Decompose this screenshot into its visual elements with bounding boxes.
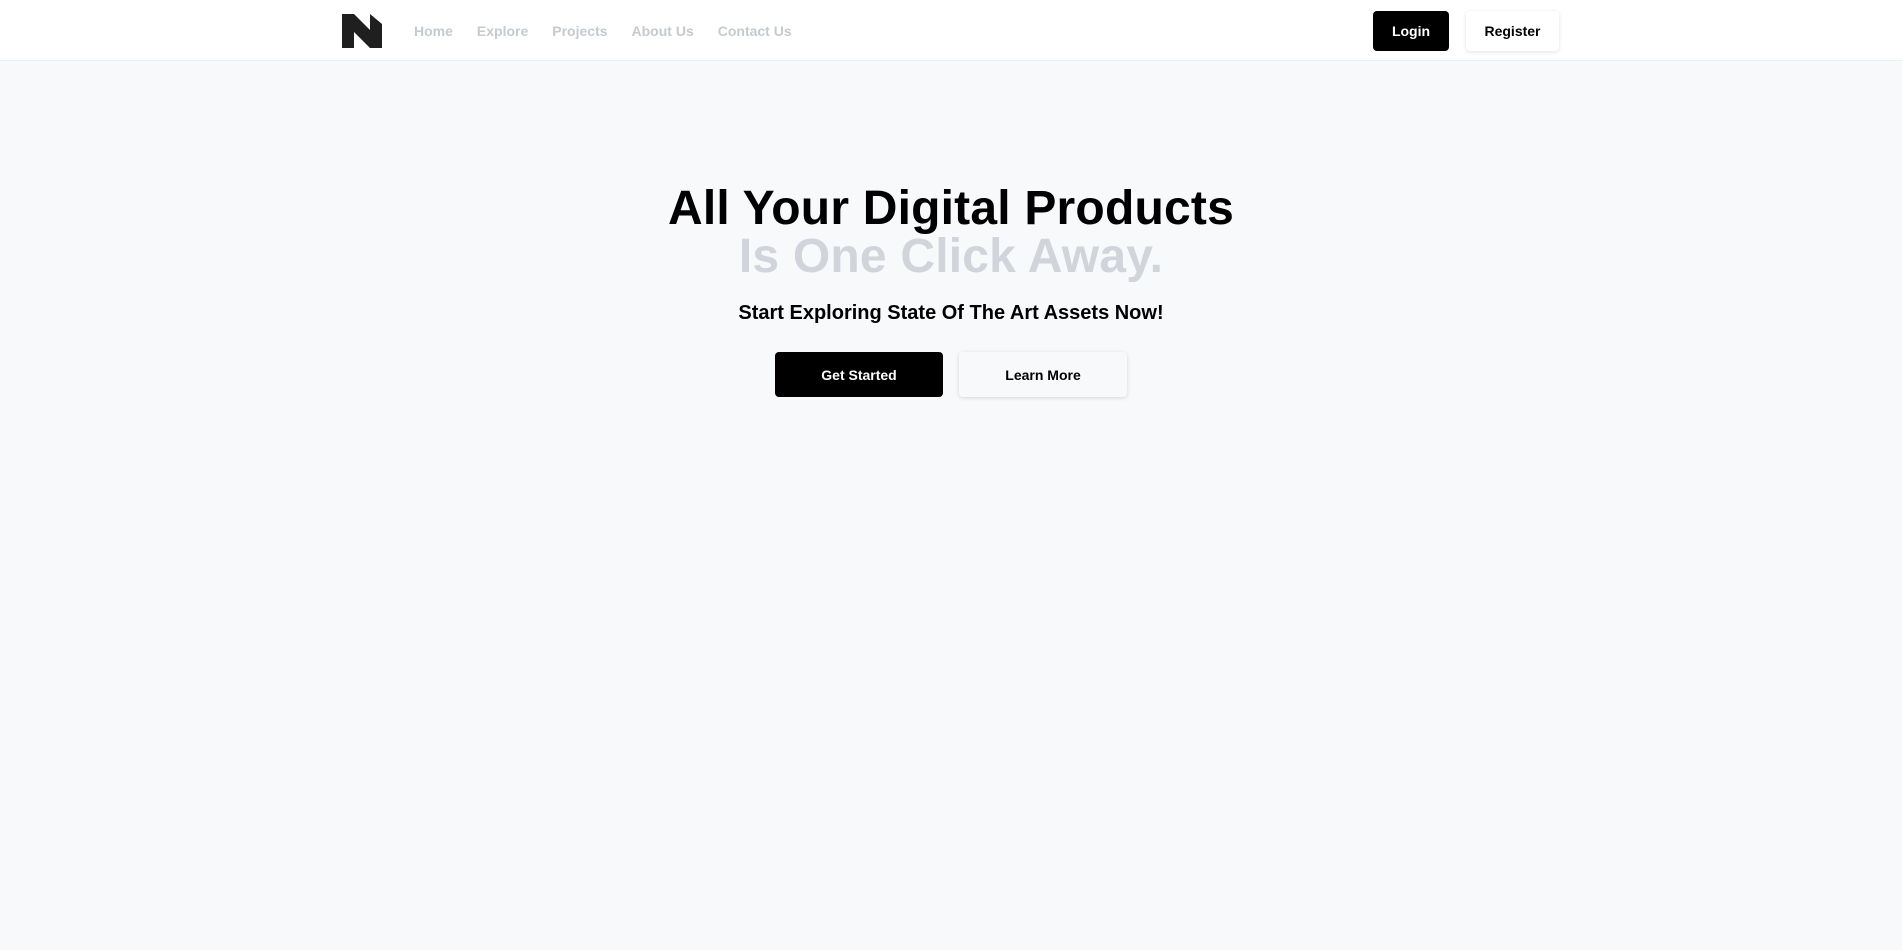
- nav-link-explore[interactable]: Explore: [477, 23, 528, 39]
- navbar-container: Home Explore Projects About Us Contact U…: [342, 0, 1559, 61]
- n-logo-icon[interactable]: [342, 13, 382, 48]
- hero-tagline: Start Exploring State Of The Art Assets …: [738, 302, 1164, 324]
- hero-buttons: Get Started Learn More: [0, 352, 1902, 397]
- hero-subtitle: Is One Click Away.: [738, 230, 1164, 283]
- nav-link-about-us[interactable]: About Us: [632, 23, 694, 39]
- nav-link-home[interactable]: Home: [414, 23, 453, 39]
- register-button[interactable]: Register: [1466, 10, 1559, 51]
- hero-section: All Your Digital Products Is One Click A…: [0, 61, 1902, 397]
- learn-more-button[interactable]: Learn More: [959, 352, 1127, 397]
- top-navbar: Home Explore Projects About Us Contact U…: [0, 0, 1902, 61]
- nav-link-contact-us[interactable]: Contact Us: [718, 23, 792, 39]
- main-nav: Home Explore Projects About Us Contact U…: [414, 22, 792, 39]
- login-button[interactable]: Login: [1373, 10, 1449, 51]
- auth-actions: Login Register: [1373, 10, 1559, 51]
- hero-title: All Your Digital Products: [668, 182, 1234, 235]
- nav-link-projects[interactable]: Projects: [552, 23, 607, 39]
- get-started-button[interactable]: Get Started: [775, 352, 943, 397]
